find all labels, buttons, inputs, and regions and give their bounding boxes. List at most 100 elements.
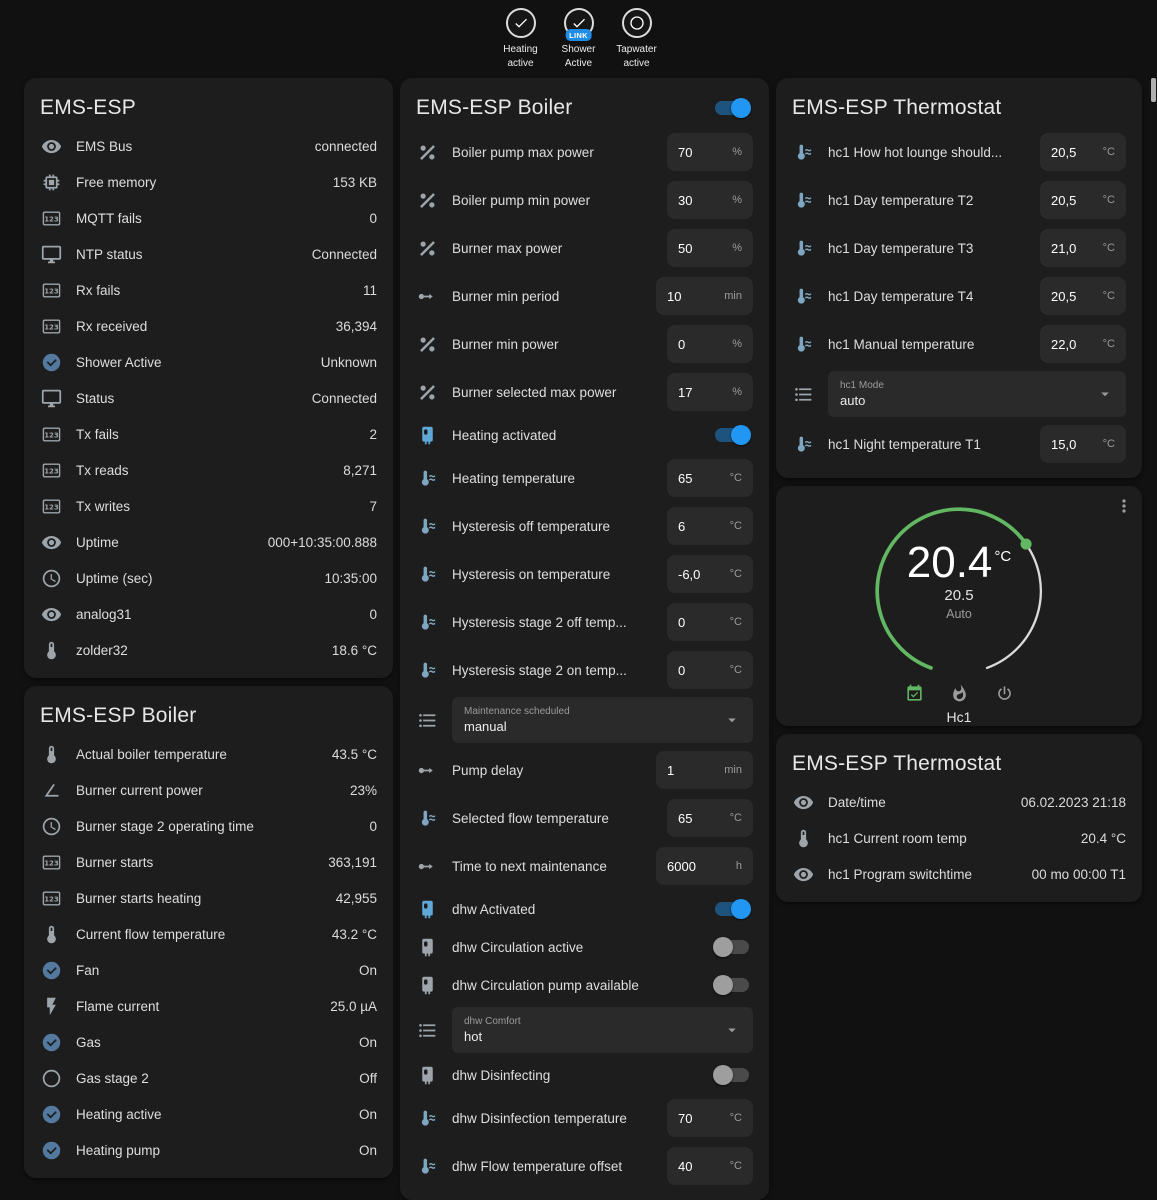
thermostat-dial[interactable]: 20.4°C 20.5 Auto bbox=[866, 498, 1052, 684]
number-input[interactable]: 10min bbox=[656, 277, 753, 315]
entity-row-analog31[interactable]: analog310 bbox=[24, 596, 393, 632]
more-options-icon[interactable] bbox=[1114, 496, 1134, 521]
entity-row-burner-starts[interactable]: 123Burner starts363,191 bbox=[24, 844, 393, 880]
entity-label: Hysteresis off temperature bbox=[452, 519, 653, 534]
toggle-switch[interactable] bbox=[715, 428, 749, 442]
entity-row-rx-received[interactable]: 123Rx received36,394 bbox=[24, 308, 393, 344]
thermo-water-icon bbox=[416, 467, 438, 489]
shower-active-state: LINK bbox=[564, 8, 594, 38]
calendar-check-icon[interactable] bbox=[905, 684, 924, 703]
number-input[interactable]: 22,0°C bbox=[1040, 325, 1126, 363]
entity-row-flame-current[interactable]: Flame current25.0 µA bbox=[24, 988, 393, 1024]
number-input[interactable]: -6,0°C bbox=[667, 555, 753, 593]
entity-row-burner-starts-heating[interactable]: 123Burner starts heating42,955 bbox=[24, 880, 393, 916]
scrollbar-thumb[interactable] bbox=[1151, 78, 1156, 102]
card-title: EMS-ESP bbox=[40, 96, 136, 120]
status-badges: Heatingactive LINK ShowerActive Tapwater… bbox=[0, 0, 1157, 70]
card-title: EMS-ESP Boiler bbox=[40, 704, 196, 728]
card-boiler-sensors: EMS-ESP Boiler Actual boiler temperature… bbox=[24, 686, 393, 1178]
number-input[interactable]: 30% bbox=[667, 181, 753, 219]
toggle-switch[interactable] bbox=[715, 978, 749, 992]
entity-label: Tx writes bbox=[76, 499, 355, 514]
counter-icon: 123 bbox=[40, 423, 62, 445]
entity-row-uptime-sec[interactable]: Uptime (sec)10:35:00 bbox=[24, 560, 393, 596]
toggle-switch[interactable] bbox=[715, 1068, 749, 1082]
chevron-down-icon bbox=[723, 1021, 741, 1039]
badge-tapwater-active[interactable]: Tapwateractive bbox=[613, 8, 661, 70]
entity-value: 18.6 °C bbox=[332, 643, 377, 658]
check-circle-icon bbox=[40, 1103, 62, 1125]
entity-row-rx-fails[interactable]: 123Rx fails11 bbox=[24, 272, 393, 308]
toggle-switch[interactable] bbox=[715, 940, 749, 954]
entity-row-current-flow-temperature[interactable]: Current flow temperature43.2 °C bbox=[24, 916, 393, 952]
number-input[interactable]: 6000h bbox=[656, 847, 753, 885]
entity-row-burner-stage-2-operating-time[interactable]: Burner stage 2 operating time0 bbox=[24, 808, 393, 844]
badge-label: ShowerActive bbox=[555, 43, 603, 70]
entity-row-zolder32[interactable]: zolder3218.6 °C bbox=[24, 632, 393, 668]
entity-row-ntp-status[interactable]: NTP statusConnected bbox=[24, 236, 393, 272]
entity-row-fan[interactable]: FanOn bbox=[24, 952, 393, 988]
entity-row-heating-pump[interactable]: Heating pumpOn bbox=[24, 1132, 393, 1168]
number-input[interactable]: 0°C bbox=[667, 603, 753, 641]
number-input[interactable]: 40°C bbox=[667, 1147, 753, 1185]
select-input[interactable]: dhw Comforthot bbox=[452, 1007, 753, 1053]
entity-row-uptime[interactable]: Uptime 000+10:35:00.888 bbox=[24, 524, 393, 560]
entity-row-status[interactable]: StatusConnected bbox=[24, 380, 393, 416]
entity-row-tx-reads[interactable]: 123Tx reads8,271 bbox=[24, 452, 393, 488]
entity-row-burner-current-power[interactable]: Burner current power23% bbox=[24, 772, 393, 808]
number-input[interactable]: 0% bbox=[667, 325, 753, 363]
entity-value: 25.0 µA bbox=[330, 999, 377, 1014]
number-input[interactable]: 20,5°C bbox=[1040, 277, 1126, 315]
entity-row-date-time[interactable]: Date/time06.02.2023 21:18 bbox=[776, 784, 1142, 820]
entity-row-gas[interactable]: GasOn bbox=[24, 1024, 393, 1060]
entity-label: Status bbox=[76, 391, 298, 406]
entity-row-dhw-activated: dhw Activated bbox=[400, 890, 769, 928]
number-input[interactable]: 70°C bbox=[667, 1099, 753, 1137]
number-input[interactable]: 0°C bbox=[667, 651, 753, 689]
entity-label: Boiler pump max power bbox=[452, 145, 653, 160]
entity-value: 0 bbox=[369, 211, 377, 226]
entity-label: Uptime (sec) bbox=[76, 571, 310, 586]
entity-row-mqtt-fails[interactable]: 123MQTT fails0 bbox=[24, 200, 393, 236]
number-input[interactable]: 65°C bbox=[667, 799, 753, 837]
entity-row-tx-writes[interactable]: 123Tx writes7 bbox=[24, 488, 393, 524]
select-input[interactable]: hc1 Modeauto bbox=[828, 371, 1126, 417]
entity-value: 153 KB bbox=[333, 175, 377, 190]
entity-row-actual-boiler-temperature[interactable]: Actual boiler temperature43.5 °C bbox=[24, 736, 393, 772]
entity-row-shower-active[interactable]: Shower ActiveUnknown bbox=[24, 344, 393, 380]
entity-row-heating-active[interactable]: Heating activeOn bbox=[24, 1096, 393, 1132]
hvac-mode-buttons bbox=[776, 684, 1142, 703]
badge-heating-active[interactable]: Heatingactive bbox=[497, 8, 545, 70]
number-input[interactable]: 20,5°C bbox=[1040, 181, 1126, 219]
number-input[interactable]: 21,0°C bbox=[1040, 229, 1126, 267]
number-input[interactable]: 50% bbox=[667, 229, 753, 267]
entity-row-tx-fails[interactable]: 123Tx fails2 bbox=[24, 416, 393, 452]
entity-label: Uptime bbox=[76, 535, 254, 550]
card-header-toggle[interactable] bbox=[715, 101, 749, 115]
entity-value: On bbox=[359, 963, 377, 978]
number-input[interactable]: 20,5°C bbox=[1040, 133, 1126, 171]
number-input[interactable]: 15,0°C bbox=[1040, 425, 1126, 463]
entity-row-gas-stage-2[interactable]: Gas stage 2Off bbox=[24, 1060, 393, 1096]
svg-text:123: 123 bbox=[44, 467, 59, 475]
entity-label: NTP status bbox=[76, 247, 298, 262]
entity-row-ems-bus[interactable]: EMS Busconnected bbox=[24, 128, 393, 164]
check-circle-icon bbox=[40, 1031, 62, 1053]
number-input[interactable]: 17% bbox=[667, 373, 753, 411]
entity-row-hc1-program-switchtime[interactable]: hc1 Program switchtime00 mo 00:00 T1 bbox=[776, 856, 1142, 892]
check-circle-icon bbox=[40, 959, 62, 981]
column-left: EMS-ESP EMS BusconnectedFree memory153 K… bbox=[24, 78, 393, 1178]
select-input[interactable]: Maintenance scheduledmanual bbox=[452, 697, 753, 743]
entity-value: 43.2 °C bbox=[332, 927, 377, 942]
power-icon[interactable] bbox=[995, 684, 1014, 703]
entity-value: 000+10:35:00.888 bbox=[268, 535, 377, 550]
number-input[interactable]: 1min bbox=[656, 751, 753, 789]
number-input[interactable]: 70% bbox=[667, 133, 753, 171]
fire-icon[interactable] bbox=[950, 684, 969, 703]
entity-row-free-memory[interactable]: Free memory153 KB bbox=[24, 164, 393, 200]
number-input[interactable]: 65°C bbox=[667, 459, 753, 497]
toggle-switch[interactable] bbox=[715, 902, 749, 916]
entity-row-hc1-current-room-temp[interactable]: hc1 Current room temp20.4 °C bbox=[776, 820, 1142, 856]
number-input[interactable]: 6°C bbox=[667, 507, 753, 545]
badge-shower-active[interactable]: LINK ShowerActive bbox=[555, 8, 603, 70]
